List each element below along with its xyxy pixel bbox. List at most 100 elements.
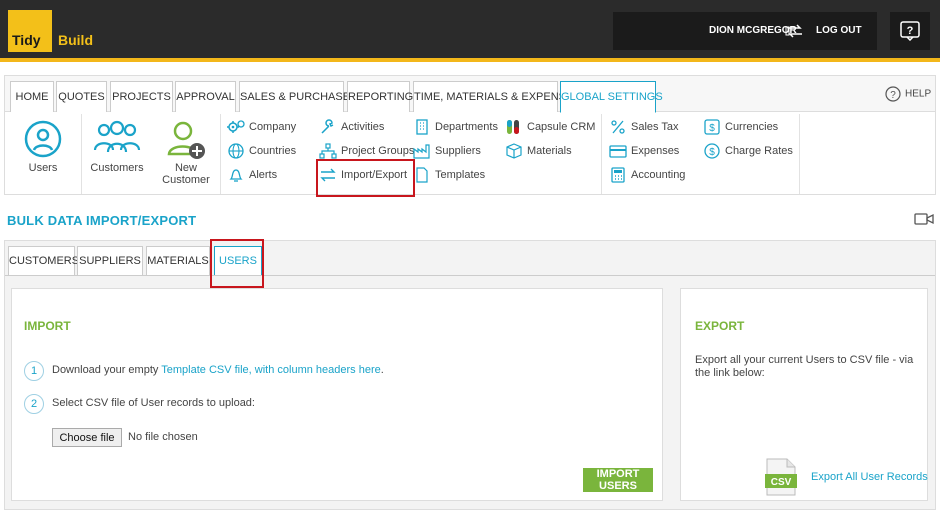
tab-reporting[interactable]: REPORTING [347, 81, 413, 112]
network-icon [319, 143, 337, 159]
file-status-label: No file chosen [128, 431, 198, 443]
help-icon: ? [900, 21, 920, 41]
document-icon [416, 167, 428, 183]
menu-expenses[interactable]: Expenses [609, 142, 679, 160]
menu-activities-label: Activities [341, 121, 385, 133]
page-title: BULK DATA IMPORT/EXPORT [7, 213, 197, 228]
export-section: EXPORT Export all your current Users to … [680, 288, 928, 501]
step-1-suffix: . [380, 364, 384, 376]
menu-sales-tax-label: Sales Tax [631, 121, 679, 133]
quick-action-customers[interactable]: Customers [89, 120, 145, 174]
divider [81, 114, 82, 194]
menu-currencies-label: Currencies [725, 121, 779, 133]
wrench-icon [321, 119, 334, 134]
menu-activities[interactable]: Activities [319, 118, 384, 136]
svg-text:?: ? [907, 25, 914, 37]
tab-home[interactable]: HOME [10, 81, 54, 112]
menu-currencies[interactable]: $ Currencies [703, 118, 778, 136]
logo-word-build: Build [58, 32, 93, 48]
question-circle-icon: ? [885, 86, 901, 102]
svg-text:?: ? [890, 90, 896, 101]
menu-materials[interactable]: Materials [505, 142, 572, 160]
step-1-prefix: Download your empty [52, 364, 162, 376]
username-label[interactable]: DION MCGREGOR [709, 25, 797, 36]
help-link[interactable]: ? HELP [885, 86, 931, 102]
csv-file-icon[interactable]: CSV [761, 457, 801, 497]
tab-sales-purchases[interactable]: SALES & PURCHASES [239, 81, 357, 112]
import-section: IMPORT 1 Download your empty Template CS… [11, 288, 663, 501]
quick-action-users[interactable]: Users [21, 120, 65, 174]
menu-suppliers[interactable]: Suppliers [413, 142, 481, 160]
tab-materials[interactable]: MATERIALS [146, 246, 210, 275]
menu-departments[interactable]: Departments [413, 118, 498, 136]
menu-alerts-label: Alerts [249, 169, 278, 181]
help-button[interactable]: ? [890, 12, 930, 50]
box-icon [506, 143, 522, 159]
menu-accounting[interactable]: Accounting [609, 166, 685, 184]
tab-global-settings[interactable]: GLOBAL SETTINGS [560, 81, 663, 113]
menu-charge-rates-label: Charge Rates [725, 145, 793, 157]
gears-icon [227, 120, 245, 134]
tab-customers[interactable]: CUSTOMERS [8, 246, 79, 275]
customers-label: Customers [90, 162, 144, 174]
menu-suppliers-label: Suppliers [435, 145, 481, 157]
tab-quotes[interactable]: QUOTES [56, 81, 107, 112]
bell-icon [229, 169, 243, 182]
dollar-circle-icon: $ [704, 143, 720, 159]
highlight-box-import-export [316, 159, 415, 197]
capsule-icon [507, 120, 519, 135]
svg-text:$: $ [709, 123, 715, 134]
menu-expenses-label: Expenses [631, 145, 680, 157]
divider [601, 114, 602, 194]
divider [220, 114, 221, 194]
import-users-button[interactable]: IMPORT USERS [583, 468, 653, 492]
menu-capsule-crm[interactable]: Capsule CRM [505, 118, 595, 136]
export-description: Export all your current Users to CSV fil… [695, 354, 914, 379]
logo-word-tidy: Tidy [8, 10, 52, 52]
tab-time-materials-expenses[interactable]: TIME, MATERIALS & EXPENSES [413, 81, 581, 112]
globe-icon [228, 143, 244, 159]
menu-templates[interactable]: Templates [413, 166, 485, 184]
svg-text:$: $ [709, 147, 715, 158]
export-all-users-link[interactable]: Export All User Records [811, 471, 928, 483]
users-label: Users [28, 162, 58, 174]
menu-sales-tax[interactable]: Sales Tax [609, 118, 679, 136]
dollar-square-icon: $ [704, 119, 720, 135]
menu-countries[interactable]: Countries [227, 142, 296, 160]
building-icon [416, 119, 428, 135]
step-2-text: Select CSV file of User records to uploa… [52, 397, 255, 409]
customers-group-icon [93, 120, 141, 153]
app-logo[interactable]: Tidy Build [8, 10, 94, 52]
menu-departments-label: Departments [435, 121, 498, 133]
menu-company[interactable]: Company [227, 118, 296, 136]
menu-templates-label: Templates [435, 169, 486, 181]
import-heading: IMPORT [24, 319, 71, 333]
main-nav-tabs: HOME QUOTES PROJECTS APPROVAL SALES & PU… [5, 76, 935, 113]
tab-projects[interactable]: PROJECTS [110, 81, 173, 112]
tab-approval[interactable]: APPROVAL [175, 81, 236, 112]
step-1-text: Download your empty Template CSV file, w… [52, 364, 384, 376]
tab-suppliers[interactable]: SUPPLIERS [77, 246, 143, 275]
bulk-import-export-panel: CUSTOMERS SUPPLIERS MATERIALS USERS IMPO… [4, 239, 936, 510]
template-csv-link[interactable]: Template CSV file, with column headers h… [161, 364, 381, 376]
choose-file-button[interactable]: Choose file [52, 428, 122, 447]
logout-icon[interactable] [785, 23, 805, 39]
help-label: HELP [905, 88, 932, 100]
menu-countries-label: Countries [249, 145, 297, 157]
step-number-1: 1 [24, 361, 44, 381]
csv-label: CSV [771, 477, 792, 488]
menu-alerts[interactable]: Alerts [227, 166, 277, 184]
menu-charge-rates[interactable]: $ Charge Rates [703, 142, 793, 160]
highlight-box-users-tab [210, 239, 264, 288]
calculator-icon [611, 167, 625, 183]
step-number-2: 2 [24, 394, 44, 414]
percent-icon [611, 120, 625, 134]
logout-button[interactable]: LOG OUT [816, 25, 862, 36]
main-nav-panel: HOME QUOTES PROJECTS APPROVAL SALES & PU… [4, 75, 936, 197]
video-camera-icon[interactable] [914, 212, 934, 226]
menu-project-groups[interactable]: Project Groups [319, 142, 414, 160]
quick-action-new-customer[interactable]: New Customer [157, 120, 215, 186]
top-bar: Tidy Build DION MCGREGOR LOG OUT ? [0, 0, 940, 62]
divider [799, 114, 800, 194]
user-circle-icon [24, 120, 62, 158]
